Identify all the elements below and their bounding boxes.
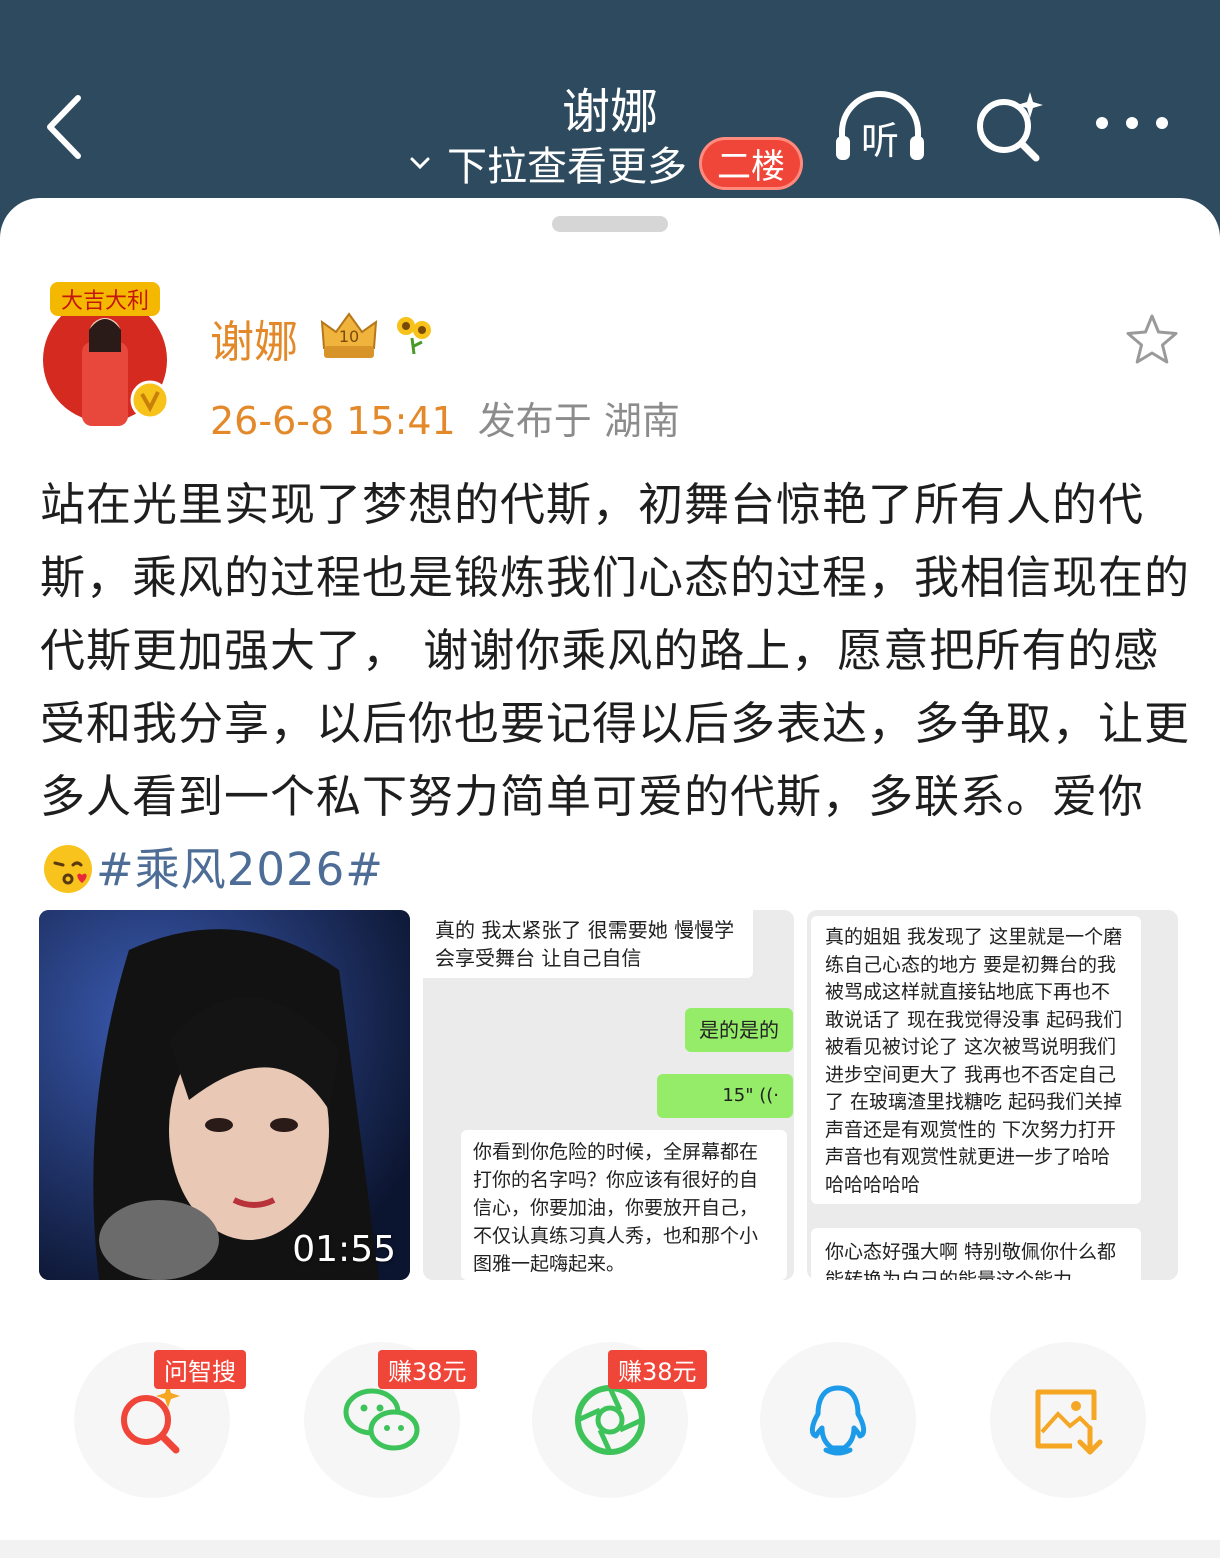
qq-penguin-icon [809,1385,867,1456]
top-bar: 谢娜 下拉查看更多 二楼 听 [0,0,1220,210]
chat-message: 真的 我太紧张了 很需要她 慢慢学会享受舞台 让自己自信 [423,910,753,978]
chat-message: 是的是的 [685,1008,793,1052]
listen-button[interactable]: 听 [832,88,928,168]
search-button[interactable] [970,86,1050,166]
post-body: 站在光里实现了梦想的代斯，初舞台惊艳了所有人的代斯，乘风的过程也是锻炼我们心态的… [40,468,1190,906]
post-text: 站在光里实现了梦想的代斯，初舞台惊艳了所有人的代斯，乘风的过程也是锻炼我们心态的… [40,478,1191,823]
search-sparkle-icon [977,92,1043,162]
save-image-icon [1035,1389,1103,1455]
second-floor-badge[interactable]: 二楼 [699,136,803,190]
avatar-image: 大吉大利 [43,282,170,426]
voice-message: 15" ((· [657,1074,793,1118]
more-dots-icon [1096,117,1168,129]
moments-aperture-icon [575,1385,645,1455]
chat-screenshot-2[interactable]: 真的姐姐 我发现了 这里就是一个磨练自己心态的地方 要是初舞台的我被骂成这样就直… [807,910,1178,1280]
share-row: 问智搜 赚38元 赚38元 [0,1342,1220,1502]
svg-text:10: 10 [339,327,359,346]
post-meta: 26-6-8 15:41 发布于 湖南 [210,390,680,445]
voice-duration: 15" [722,1085,754,1106]
listen-label: 听 [861,119,899,163]
drag-handle[interactable] [552,216,668,232]
avatar[interactable]: 大吉大利 [42,282,170,426]
chat-message: 真的姐姐 我发现了 这里就是一个磨练自己心态的地方 要是初舞台的我被骂成这样就直… [811,916,1141,1204]
pull-down-label: 下拉查看更多 [447,144,687,190]
kiss-emoji-icon [44,845,92,893]
chat-message: 你看到你危险的时候，全屏幕都在打你的名字吗？你应该有很好的自信心，你要加油，你要… [461,1130,787,1280]
bottom-divider [0,1540,1220,1558]
chevron-down-icon [410,157,430,170]
share-zhisou-button[interactable]: 问智搜 [74,1342,246,1498]
save-image-button[interactable] [990,1342,1146,1498]
favorite-button[interactable] [1124,312,1180,368]
more-button[interactable] [1092,108,1172,138]
author-name[interactable]: 谢娜 [210,306,298,370]
share-badge: 赚38元 [608,1350,707,1389]
star-icon [1126,314,1178,364]
video-duration: 01:55 [292,1229,396,1270]
share-badge: 问智搜 [154,1350,246,1389]
video-frame-image [39,910,410,1280]
wechat-icon [343,1388,420,1451]
sunflower-icon [397,317,431,355]
vip-crown-icon: 10 [320,312,378,358]
topic-link[interactable]: #乘风2026# [96,843,384,896]
chat-screenshot-1[interactable]: 真的 我太紧张了 很需要她 慢慢学会享受舞台 让自己自信 是的是的 15" ((… [423,910,794,1280]
pull-down-hint[interactable]: 下拉查看更多 二楼 [405,135,803,191]
share-qq-button[interactable] [760,1342,916,1498]
avatar-caption: 大吉大利 [61,289,149,314]
share-moments-button[interactable]: 赚38元 [532,1342,707,1498]
zhisou-search-icon [121,1384,180,1454]
share-badge: 赚38元 [378,1350,477,1389]
post-location: 发布于 湖南 [477,399,680,443]
post-card: 大吉大利 谢娜 10 26-6-8 15:41 发布于 湖南 站在光里实现了梦想的… [0,198,1220,1558]
share-wechat-button[interactable]: 赚38元 [304,1342,477,1498]
chat-message: 你心态好强大啊 特别敬佩你什么都能转换为自己的能量这个能力 [811,1228,1141,1280]
video-thumbnail[interactable]: 01:55 [39,910,410,1280]
post-timestamp: 26-6-8 15:41 [210,399,456,443]
headphones-icon: 听 [836,91,924,163]
